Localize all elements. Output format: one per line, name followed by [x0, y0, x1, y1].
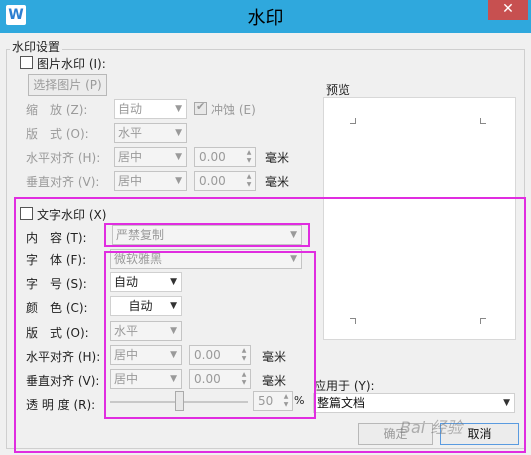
- text-v-align-label: 垂直对齐 (V):: [26, 374, 100, 388]
- text-h-unit: 毫米: [262, 350, 287, 364]
- text-h-offset-value: 0.00: [194, 348, 221, 362]
- corner-mark: [480, 318, 486, 324]
- text-v-offset-spinner[interactable]: 0.00 ▲ ▼: [189, 369, 251, 389]
- picture-v-offset-spinner[interactable]: 0.00 ▲ ▼: [194, 171, 256, 191]
- window-title: 水印: [247, 8, 284, 29]
- picture-h-offset-spinner[interactable]: 0.00 ▲ ▼: [194, 147, 256, 167]
- transparency-label: 透 明 度 (R):: [26, 398, 96, 412]
- spin-arrows-icon[interactable]: ▲ ▼: [239, 371, 249, 387]
- font-combo[interactable]: 微软雅黑 ▼: [110, 249, 302, 269]
- text-layout-value: 水平: [114, 324, 139, 338]
- picture-layout-combo[interactable]: 水平 ▼: [114, 123, 187, 143]
- picture-h-offset-value: 0.00: [199, 150, 226, 164]
- text-v-offset-value: 0.00: [194, 372, 221, 386]
- spin-arrows-icon[interactable]: ▲ ▼: [244, 173, 254, 189]
- color-label: 颜 色 (C):: [26, 301, 88, 315]
- content-label: 内 容 (T):: [26, 231, 87, 245]
- corner-mark: [480, 118, 486, 124]
- picture-layout-value: 水平: [118, 126, 143, 140]
- transparency-value: 50: [258, 394, 274, 408]
- scale-combo[interactable]: 自动 ▼: [114, 99, 187, 119]
- text-layout-combo[interactable]: 水平 ▼: [110, 321, 182, 341]
- preview-pane: [323, 97, 516, 340]
- chevron-down-icon: ▼: [175, 128, 182, 138]
- spin-arrows-icon[interactable]: ▲ ▼: [281, 393, 291, 409]
- picture-watermark-checkbox[interactable]: [20, 56, 33, 69]
- corner-mark: [350, 118, 356, 124]
- content-value: 严禁复制: [116, 228, 165, 242]
- corner-mark: [350, 318, 356, 324]
- spin-arrows-icon[interactable]: ▲ ▼: [244, 149, 254, 165]
- scale-label: 缩 放 (Z):: [26, 103, 88, 117]
- text-h-align-combo[interactable]: 居中 ▼: [110, 345, 182, 365]
- picture-h-unit: 毫米: [265, 151, 290, 165]
- picture-h-align-value: 居中: [118, 150, 143, 164]
- chevron-down-icon: ▼: [170, 374, 177, 384]
- select-picture-button[interactable]: 选择图片 (P): [28, 74, 107, 96]
- text-h-offset-spinner[interactable]: 0.00 ▲ ▼: [189, 345, 251, 365]
- text-watermark-label: 文字水印 (X): [37, 208, 107, 222]
- spin-arrows-icon[interactable]: ▲ ▼: [239, 347, 249, 363]
- washout-label: 冲蚀 (E): [211, 103, 256, 117]
- transparency-slider-thumb[interactable]: [175, 391, 184, 411]
- chevron-down-icon: ▼: [170, 326, 177, 336]
- percent-sign: %: [294, 394, 305, 407]
- transparency-spinner[interactable]: 50 ▲ ▼: [253, 391, 293, 411]
- apply-to-combo[interactable]: 整篇文档 ▼: [313, 393, 515, 413]
- apply-to-label: 应用于 (Y):: [314, 379, 375, 393]
- chevron-down-icon: ▼: [170, 301, 177, 311]
- chevron-down-icon: ▼: [175, 152, 182, 162]
- picture-v-align-combo[interactable]: 居中 ▼: [114, 171, 187, 191]
- color-value: 自动: [128, 299, 153, 313]
- text-h-align-label: 水平对齐 (H):: [26, 350, 101, 364]
- text-v-unit: 毫米: [262, 374, 287, 388]
- site-watermark: Bai 经验: [400, 418, 463, 437]
- chevron-down-icon: ▼: [175, 104, 182, 114]
- font-label: 字 体 (F):: [26, 253, 87, 267]
- picture-layout-label: 版 式 (O):: [26, 127, 89, 141]
- chevron-down-icon: ▼: [503, 398, 510, 408]
- size-combo[interactable]: 自动 ▼: [110, 272, 182, 292]
- font-value: 微软雅黑: [114, 252, 163, 266]
- chevron-down-icon: ▼: [170, 350, 177, 360]
- text-watermark-checkbox[interactable]: [20, 207, 33, 220]
- picture-v-unit: 毫米: [265, 175, 290, 189]
- color-combo[interactable]: 自动 ▼: [110, 296, 182, 316]
- picture-v-align-label: 垂直对齐 (V):: [26, 175, 100, 189]
- text-layout-label: 版 式 (O):: [26, 326, 89, 340]
- group-title: 水印设置: [10, 38, 63, 55]
- text-h-align-value: 居中: [114, 348, 139, 362]
- scale-value: 自动: [118, 102, 143, 116]
- picture-h-align-label: 水平对齐 (H):: [26, 151, 101, 165]
- picture-v-align-value: 居中: [118, 174, 143, 188]
- chevron-down-icon: ▼: [290, 230, 297, 240]
- preview-label: 预览: [326, 83, 351, 97]
- close-button[interactable]: ✕: [488, 0, 528, 20]
- apply-to-value: 整篇文档: [317, 396, 366, 410]
- size-label: 字 号 (S):: [26, 277, 87, 291]
- picture-watermark-label: 图片水印 (I):: [37, 57, 106, 71]
- text-v-align-combo[interactable]: 居中 ▼: [110, 369, 182, 389]
- chevron-down-icon: ▼: [175, 176, 182, 186]
- text-v-align-value: 居中: [114, 372, 139, 386]
- chevron-down-icon: ▼: [170, 277, 177, 287]
- title-bar: W 水印 ✕: [0, 0, 531, 33]
- size-value: 自动: [114, 275, 139, 289]
- picture-h-align-combo[interactable]: 居中 ▼: [114, 147, 187, 167]
- washout-checkbox[interactable]: [194, 100, 207, 115]
- chevron-down-icon: ▼: [290, 254, 297, 264]
- picture-v-offset-value: 0.00: [199, 174, 226, 188]
- content-combo[interactable]: 严禁复制 ▼: [112, 225, 302, 245]
